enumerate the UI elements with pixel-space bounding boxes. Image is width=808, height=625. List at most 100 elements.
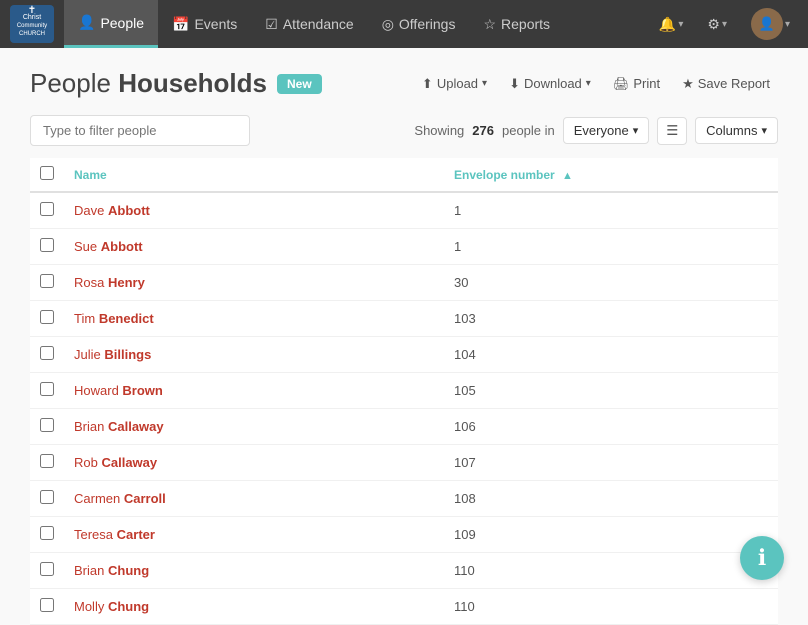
person-name-cell[interactable]: Howard Brown: [64, 373, 444, 409]
row-checkbox[interactable]: [40, 274, 54, 288]
person-name-cell[interactable]: Molly Chung: [64, 589, 444, 625]
person-first-name: Rob: [74, 455, 98, 470]
col-header-envelope[interactable]: Envelope number ▲: [444, 158, 778, 192]
envelope-number-cell: 105: [444, 373, 778, 409]
envelope-number-cell: 30: [444, 265, 778, 301]
person-first-name: Teresa: [74, 527, 113, 542]
row-checkbox[interactable]: [40, 346, 54, 360]
row-checkbox-cell[interactable]: [30, 192, 64, 229]
user-menu-button[interactable]: 👤 ▾: [743, 4, 798, 44]
row-checkbox[interactable]: [40, 382, 54, 396]
row-checkbox-cell[interactable]: [30, 589, 64, 625]
list-view-button[interactable]: ☰: [657, 117, 687, 145]
table-header-row: Name Envelope number ▲: [30, 158, 778, 192]
row-checkbox[interactable]: [40, 418, 54, 432]
envelope-number-cell: 1: [444, 229, 778, 265]
row-checkbox-cell[interactable]: [30, 553, 64, 589]
notifications-button[interactable]: 🔔 ▾: [651, 12, 691, 37]
row-checkbox[interactable]: [40, 202, 54, 216]
row-checkbox-cell[interactable]: [30, 409, 64, 445]
table-row: Dave Abbott 1: [30, 192, 778, 229]
upload-button[interactable]: ⬆ Upload ▾: [414, 72, 495, 96]
nav-item-reports[interactable]: ☆ Reports: [469, 0, 564, 48]
row-checkbox-cell[interactable]: [30, 229, 64, 265]
page-actions: ⬆ Upload ▾ ⬇ Download ▾ 🖨 Print ★ Save R…: [414, 72, 778, 96]
person-name-cell[interactable]: Tim Benedict: [64, 301, 444, 337]
table-row: Rob Callaway 107: [30, 445, 778, 481]
person-last-name: Carroll: [124, 491, 166, 506]
sort-desc-icon: ▲: [562, 170, 573, 182]
table-row: Tim Benedict 103: [30, 301, 778, 337]
person-first-name: Brian: [74, 563, 104, 578]
person-name-cell[interactable]: Rosa Henry: [64, 265, 444, 301]
app-logo[interactable]: Christ Community CHURCH ✝: [10, 5, 54, 43]
print-button[interactable]: 🖨 Print: [605, 72, 668, 96]
person-name-cell[interactable]: Brian Callaway: [64, 409, 444, 445]
person-last-name: Benedict: [99, 311, 154, 326]
person-first-name: Tim: [74, 311, 95, 326]
row-checkbox-cell[interactable]: [30, 517, 64, 553]
group-filter-dropdown[interactable]: Everyone ▾: [563, 117, 649, 144]
envelope-number-cell: 1: [444, 192, 778, 229]
filter-input[interactable]: [30, 115, 250, 146]
person-name-cell[interactable]: Julie Billings: [64, 337, 444, 373]
row-checkbox[interactable]: [40, 598, 54, 612]
nav-item-attendance[interactable]: ☑ Attendance: [251, 0, 367, 48]
envelope-number-cell: 108: [444, 481, 778, 517]
table-row: Teresa Carter 109: [30, 517, 778, 553]
row-checkbox-cell[interactable]: [30, 301, 64, 337]
person-first-name: Dave: [74, 203, 104, 218]
new-badge[interactable]: New: [277, 74, 322, 94]
row-checkbox-cell[interactable]: [30, 337, 64, 373]
person-name-cell[interactable]: Sue Abbott: [64, 229, 444, 265]
person-last-name: Henry: [108, 275, 145, 290]
table-row: Brian Callaway 106: [30, 409, 778, 445]
filter-bar: Showing 276 people in Everyone ▾ ☰ Colum…: [30, 115, 778, 146]
row-checkbox[interactable]: [40, 526, 54, 540]
envelope-number-cell: 103: [444, 301, 778, 337]
col-header-name[interactable]: Name: [64, 158, 444, 192]
gear-icon: ⚙: [707, 16, 720, 33]
row-checkbox[interactable]: [40, 562, 54, 576]
nav-item-offerings[interactable]: ◎ Offerings: [368, 0, 470, 48]
person-name-cell[interactable]: Carmen Carroll: [64, 481, 444, 517]
page-title: People Households: [30, 68, 267, 99]
navbar: Christ Community CHURCH ✝ 👤 People 📅 Eve…: [0, 0, 808, 48]
person-first-name: Julie: [74, 347, 101, 362]
person-last-name: Callaway: [101, 455, 157, 470]
table-row: Howard Brown 105: [30, 373, 778, 409]
save-report-star-icon: ★: [682, 76, 694, 92]
nav-item-people[interactable]: 👤 People: [64, 0, 158, 48]
save-report-button[interactable]: ★ Save Report: [674, 72, 778, 96]
person-name-cell[interactable]: Brian Chung: [64, 553, 444, 589]
select-all-checkbox[interactable]: [40, 166, 54, 180]
nav-item-events[interactable]: 📅 Events: [158, 0, 251, 48]
person-last-name: Callaway: [108, 419, 164, 434]
print-icon: 🖨: [613, 76, 630, 92]
person-name-cell[interactable]: Teresa Carter: [64, 517, 444, 553]
table-row: Rosa Henry 30: [30, 265, 778, 301]
row-checkbox[interactable]: [40, 490, 54, 504]
row-checkbox[interactable]: [40, 310, 54, 324]
people-table: Name Envelope number ▲ Dave Abbott 1: [30, 158, 778, 625]
person-name-cell[interactable]: Rob Callaway: [64, 445, 444, 481]
row-checkbox[interactable]: [40, 454, 54, 468]
select-all-header[interactable]: [30, 158, 64, 192]
row-checkbox-cell[interactable]: [30, 445, 64, 481]
columns-button[interactable]: Columns ▾: [695, 117, 778, 144]
row-checkbox-cell[interactable]: [30, 265, 64, 301]
person-first-name: Sue: [74, 239, 97, 254]
download-button[interactable]: ⬇ Download ▾: [501, 72, 599, 96]
check-square-icon: ☑: [265, 16, 278, 33]
bell-icon: 🔔: [659, 16, 676, 33]
info-fab[interactable]: ℹ: [740, 536, 784, 580]
star-icon: ☆: [483, 16, 496, 33]
upload-icon: ⬆: [422, 76, 433, 92]
page-title-area: People Households New: [30, 68, 322, 99]
row-checkbox[interactable]: [40, 238, 54, 252]
row-checkbox-cell[interactable]: [30, 373, 64, 409]
settings-button[interactable]: ⚙ ▾: [699, 12, 735, 37]
person-name-cell[interactable]: Dave Abbott: [64, 192, 444, 229]
main-content: People Households New ⬆ Upload ▾ ⬇ Downl…: [0, 48, 808, 625]
row-checkbox-cell[interactable]: [30, 481, 64, 517]
